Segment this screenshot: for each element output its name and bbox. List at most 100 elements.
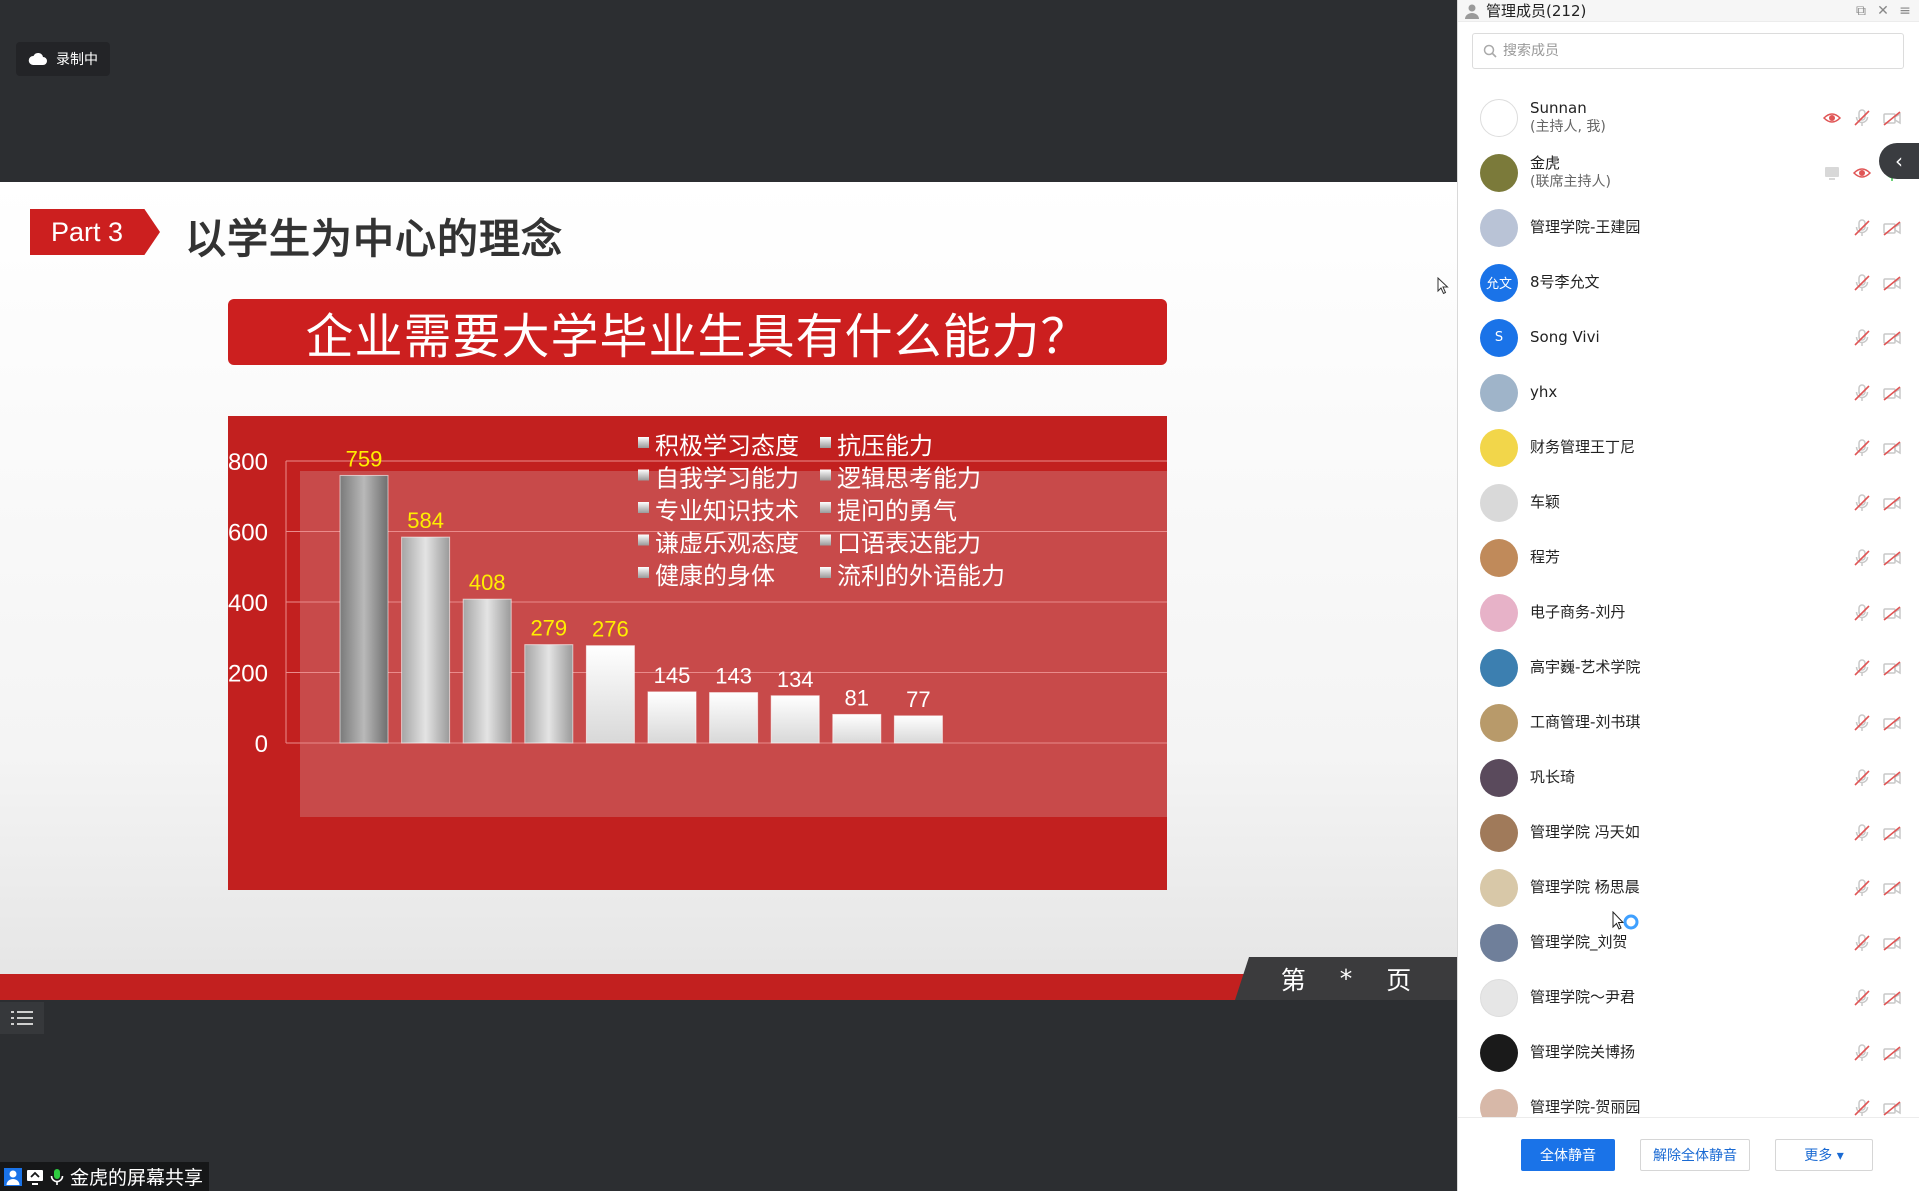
- member-status-icons: [1852, 328, 1902, 348]
- avatar: 允文: [1480, 263, 1518, 302]
- video-off-icon[interactable]: [1882, 713, 1902, 733]
- slide-list-toggle[interactable]: [0, 1002, 44, 1034]
- mic-off-icon[interactable]: [1852, 988, 1872, 1008]
- legend-label: 健康的身体: [655, 562, 775, 590]
- video-off-icon[interactable]: [1882, 438, 1902, 458]
- bar: [770, 695, 820, 744]
- legend-label: 专业知识技术: [655, 497, 799, 525]
- member-row[interactable]: 管理学院-贺丽园: [1458, 1080, 1919, 1117]
- more-button[interactable]: 更多 ▾: [1775, 1138, 1873, 1171]
- page-suffix: 页: [1386, 965, 1412, 995]
- member-name-block: 程芳: [1530, 548, 1560, 567]
- menu-icon[interactable]: ≡: [1897, 3, 1913, 19]
- video-off-icon[interactable]: [1882, 548, 1902, 568]
- video-off-icon[interactable]: [1882, 273, 1902, 293]
- member-row[interactable]: 管理学院～尹君: [1458, 970, 1919, 1025]
- recording-badge[interactable]: 录制中: [16, 42, 110, 76]
- member-name-block: 管理学院 杨思晨: [1530, 878, 1640, 897]
- member-row[interactable]: 车颖: [1458, 475, 1919, 530]
- mic-off-icon[interactable]: [1852, 603, 1872, 623]
- mic-off-icon[interactable]: [1852, 273, 1872, 293]
- member-row[interactable]: yhx: [1458, 365, 1919, 420]
- mute-all-button[interactable]: 全体静音: [1521, 1138, 1615, 1171]
- user-icon: [4, 1167, 22, 1186]
- avatar: [1480, 208, 1518, 247]
- mic-off-icon[interactable]: [1852, 493, 1872, 513]
- avatar: S: [1480, 318, 1518, 357]
- video-off-icon[interactable]: [1882, 1098, 1902, 1117]
- unmute-all-button[interactable]: 解除全体静音: [1640, 1138, 1750, 1171]
- mic-off-icon[interactable]: [1852, 768, 1872, 788]
- member-status-icons: [1852, 1043, 1902, 1063]
- mic-off-icon[interactable]: [1852, 438, 1872, 458]
- avatar: [1480, 373, 1518, 412]
- mic-off-icon[interactable]: [1852, 383, 1872, 403]
- member-row[interactable]: 管理学院关博扬: [1458, 1025, 1919, 1080]
- member-name-block: 金虎 (联席主持人): [1530, 154, 1611, 192]
- video-off-icon[interactable]: [1882, 988, 1902, 1008]
- close-icon[interactable]: ✕: [1875, 3, 1891, 19]
- mic-off-icon[interactable]: [1852, 108, 1872, 128]
- member-search-input[interactable]: [1503, 43, 1883, 59]
- member-row[interactable]: 财务管理王丁尼: [1458, 420, 1919, 475]
- member-row[interactable]: 管理学院_刘贺: [1458, 915, 1919, 970]
- popout-icon[interactable]: ⧉: [1853, 3, 1869, 19]
- member-name-block: 8号李允文: [1530, 273, 1600, 292]
- camera-on-icon[interactable]: [1852, 163, 1872, 183]
- member-status-icons: [1852, 878, 1902, 898]
- mic-off-icon[interactable]: [1852, 218, 1872, 238]
- member-status-icons: [1852, 823, 1902, 843]
- value-label: 759: [346, 446, 383, 471]
- video-off-icon[interactable]: [1882, 603, 1902, 623]
- member-row[interactable]: 工商管理-刘书琪: [1458, 695, 1919, 750]
- member-row[interactable]: 巩长琦: [1458, 750, 1919, 805]
- avatar: [1480, 538, 1518, 577]
- mouse-cursor-icon: [1437, 277, 1449, 295]
- collapse-panel-button[interactable]: ‹: [1879, 143, 1919, 179]
- member-name: 管理学院 冯天如: [1530, 823, 1640, 841]
- video-off-icon[interactable]: [1882, 328, 1902, 348]
- y-tick-label: 0: [255, 731, 268, 758]
- camera-on-icon[interactable]: [1822, 108, 1842, 128]
- video-off-icon[interactable]: [1882, 658, 1902, 678]
- video-off-icon[interactable]: [1882, 823, 1902, 843]
- member-row[interactable]: 管理学院-王建园: [1458, 200, 1919, 255]
- video-off-icon[interactable]: [1882, 1043, 1902, 1063]
- member-row[interactable]: 允文 8号李允文: [1458, 255, 1919, 310]
- member-role: (主持人, 我): [1530, 118, 1606, 135]
- member-name: 工商管理-刘书琪: [1530, 713, 1641, 731]
- video-off-icon[interactable]: [1882, 108, 1902, 128]
- mic-off-icon[interactable]: [1852, 1043, 1872, 1063]
- bar: [709, 692, 759, 744]
- member-row[interactable]: 电子商务-刘丹: [1458, 585, 1919, 640]
- member-name: 程芳: [1530, 548, 1561, 566]
- mic-off-icon[interactable]: [1852, 548, 1872, 568]
- member-row[interactable]: 金虎 (联席主持人): [1458, 145, 1919, 200]
- video-off-icon[interactable]: [1882, 933, 1902, 953]
- mic-off-icon[interactable]: [1852, 1098, 1872, 1117]
- mic-off-icon[interactable]: [1852, 878, 1872, 898]
- avatar: [1480, 153, 1518, 192]
- video-off-icon[interactable]: [1882, 383, 1902, 403]
- video-off-icon[interactable]: [1882, 218, 1902, 238]
- legend-swatch: [638, 502, 649, 513]
- member-row[interactable]: 管理学院 冯天如: [1458, 805, 1919, 860]
- member-row[interactable]: 管理学院 杨思晨: [1458, 860, 1919, 915]
- mic-off-icon[interactable]: [1852, 823, 1872, 843]
- y-tick-label: 600: [228, 520, 268, 547]
- screen-share-icon[interactable]: [1822, 163, 1842, 183]
- panel-footer: 全体静音 解除全体静音 更多 ▾: [1458, 1117, 1919, 1191]
- avatar: [1480, 98, 1518, 137]
- video-off-icon[interactable]: [1882, 768, 1902, 788]
- video-off-icon[interactable]: [1882, 493, 1902, 513]
- mic-off-icon[interactable]: [1852, 713, 1872, 733]
- mic-off-icon[interactable]: [1852, 933, 1872, 953]
- member-row[interactable]: 高宇巍-艺术学院: [1458, 640, 1919, 695]
- video-off-icon[interactable]: [1882, 878, 1902, 898]
- mic-off-icon[interactable]: [1852, 328, 1872, 348]
- mic-off-icon[interactable]: [1852, 658, 1872, 678]
- value-label: 276: [592, 617, 629, 642]
- member-row[interactable]: 程芳: [1458, 530, 1919, 585]
- member-row[interactable]: S Song Vivi: [1458, 310, 1919, 365]
- member-row[interactable]: Sunnan (主持人, 我): [1458, 90, 1919, 145]
